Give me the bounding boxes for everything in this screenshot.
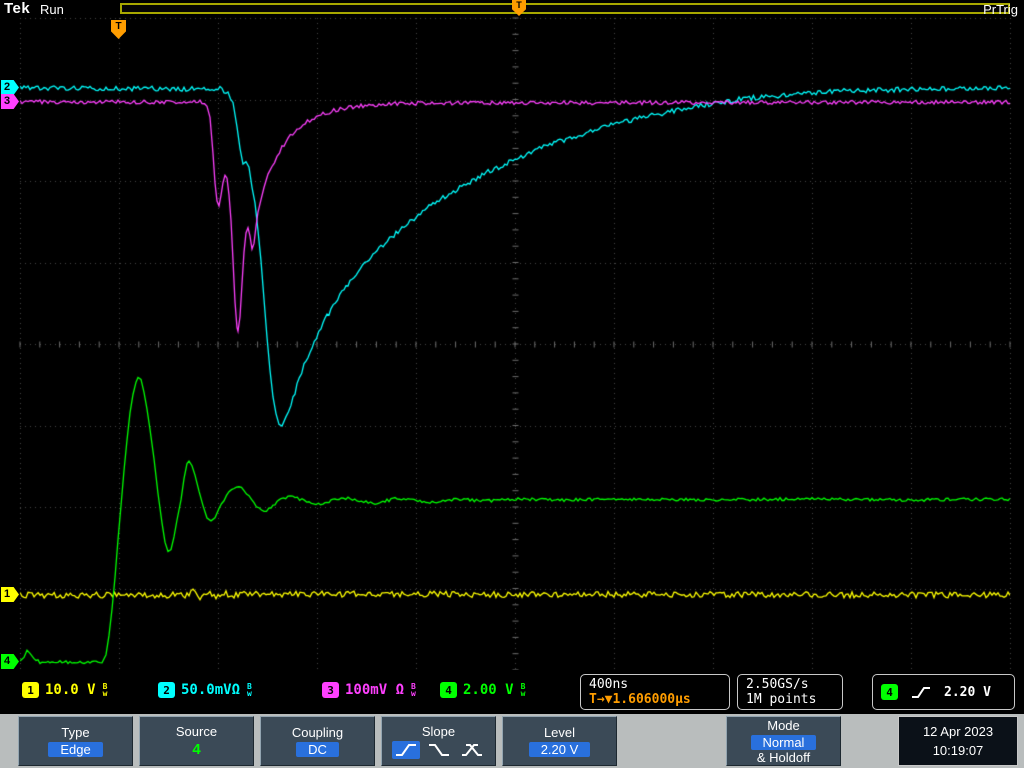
trigger-type-button[interactable]: Type Edge — [18, 716, 133, 766]
readout-bar: 1 10.0 V Bw 2 50.0mVΩ Bw 3 100mV Ω Bw 4 … — [0, 670, 1024, 714]
top-status-bar: Tek Run T PrTrig — [0, 0, 1024, 18]
ch4-readout: 4 2.00 V Bw — [440, 682, 530, 698]
slope-options — [391, 740, 486, 759]
ch1-scale: 10.0 V — [45, 682, 96, 698]
ch3-badge: 3 — [322, 682, 339, 698]
ch2-bandwidth-icon: Bw — [247, 682, 252, 698]
trigger-menu-bar: Type Edge Source 4 Coupling DC Slope Lev… — [0, 714, 1024, 768]
record-view-bar — [120, 3, 1010, 14]
trigger-readout: 4 2.20 V — [872, 674, 1015, 710]
date-readout: 12 Apr 2023 — [922, 724, 994, 739]
tek-logo: Tek — [4, 0, 31, 17]
trigger-slope-icon — [908, 683, 934, 702]
datetime-box: 12 Apr 2023 10:19:07 — [898, 716, 1018, 766]
ch4-scale: 2.00 V — [463, 682, 514, 698]
ch1-bandwidth-icon: Bw — [102, 682, 108, 698]
trigger-coupling-value: DC — [296, 742, 339, 757]
record-length-readout: 1M points — [746, 692, 817, 707]
trigger-mode-value: Normal — [750, 734, 817, 750]
waveform-display — [0, 0, 1024, 670]
trigger-source-button[interactable]: Source 4 — [139, 716, 254, 766]
trigger-type-value: Edge — [48, 742, 103, 757]
trigger-coupling-label: Coupling — [291, 725, 344, 740]
acquisition-readout: 2.50GS/s 1M points — [737, 674, 843, 710]
ch2-scale: 50.0mVΩ — [181, 682, 241, 698]
falling-edge-icon[interactable] — [425, 741, 453, 759]
ch1-badge: 1 — [22, 682, 39, 698]
trigger-source-value: 4 — [192, 741, 201, 758]
ch3-scale: 100mV Ω — [345, 682, 405, 698]
ch2-readout: 2 50.0mVΩ Bw — [158, 682, 256, 698]
trigger-source-badge: 4 — [881, 684, 898, 700]
trigger-delay-readout: T→▼1.606000µs — [589, 692, 691, 707]
ch4-badge: 4 — [440, 682, 457, 698]
ch3-bandwidth-icon: Bw — [411, 682, 416, 698]
trigger-mode-value2: & Holdoff — [756, 749, 811, 765]
trigger-level-button[interactable]: Level 2.20 V — [502, 716, 617, 766]
ch3-readout: 3 100mV Ω Bw — [322, 682, 420, 698]
trigger-type-label: Type — [61, 725, 90, 740]
rising-edge-icon[interactable] — [391, 740, 420, 759]
trigger-mode-button[interactable]: Mode Normal & Holdoff — [726, 716, 841, 766]
ch1-readout: 1 10.0 V Bw — [22, 682, 112, 698]
timebase-readout: 400ns — [589, 677, 629, 692]
trigger-level-label: Level — [543, 725, 576, 740]
trigger-source-label: Source — [175, 724, 218, 739]
trigger-slope-label: Slope — [421, 723, 456, 739]
trigger-level-value: 2.20 V — [528, 742, 591, 757]
acquisition-status: Run — [40, 2, 64, 17]
ch2-badge: 2 — [158, 682, 175, 698]
either-edge-icon[interactable] — [458, 741, 486, 759]
trigger-slope-button[interactable]: Slope — [381, 716, 496, 766]
horizontal-readout: 400ns T→▼1.606000µs — [580, 674, 730, 710]
ch4-bandwidth-icon: Bw — [520, 682, 526, 698]
time-readout: 10:19:07 — [932, 743, 984, 758]
trigger-mode-label: Mode — [767, 717, 800, 733]
sample-rate-readout: 2.50GS/s — [746, 677, 809, 692]
trigger-state-readout: PrTrig — [983, 2, 1018, 17]
trigger-level-readout: 2.20 V — [944, 684, 991, 700]
trigger-coupling-button[interactable]: Coupling DC — [260, 716, 375, 766]
